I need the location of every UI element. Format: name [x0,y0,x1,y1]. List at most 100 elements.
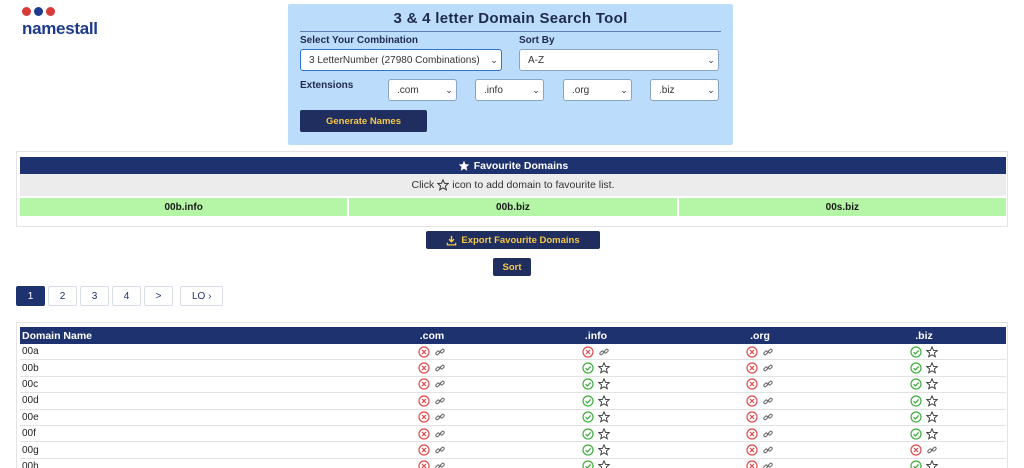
logo-text-name: name [22,19,66,38]
star-outline-icon[interactable] [926,394,938,407]
chevron-down-icon: ⌄ [707,54,715,65]
link-icon[interactable] [434,395,446,407]
page-1-button[interactable]: 1 [16,286,45,306]
sort-by-select[interactable]: A-Z ⌄ [519,49,719,71]
taken-x-icon [746,362,758,374]
star-outline-icon[interactable] [926,460,938,468]
status-cell [678,378,842,391]
star-outline-icon[interactable] [598,460,610,468]
logo-dot-2 [34,7,43,16]
link-icon[interactable] [434,428,446,440]
last-page-button[interactable]: LO › [180,286,224,306]
link-icon[interactable] [434,362,446,374]
table-row: 00e [20,410,1006,426]
table-row: 00a [20,344,1006,361]
status-cell [350,444,514,456]
available-check-icon [910,395,922,407]
available-check-icon [910,362,922,374]
taken-x-icon [746,411,758,423]
star-outline-icon[interactable] [598,394,610,407]
column-header-info: .info [584,329,608,342]
star-outline-icon[interactable] [926,411,938,423]
tool-title: 3 & 4 letter Domain Search Tool [393,10,628,27]
star-outline-icon[interactable] [598,427,610,440]
star-outline-icon[interactable] [598,362,610,374]
star-outline-icon[interactable] [598,411,610,423]
link-icon[interactable] [762,411,774,423]
page-4-button[interactable]: 4 [112,286,141,306]
link-icon[interactable] [434,444,446,456]
generate-names-button[interactable]: Generate Names [300,110,427,132]
domain-search-tool: 3 & 4 letter Domain Search Tool Select Y… [288,4,733,145]
link-icon[interactable] [926,444,938,456]
available-check-icon [582,460,594,468]
star-outline-icon[interactable] [926,362,938,374]
next-page-button[interactable]: > [144,286,173,306]
table-header: Domain Name .com .info .org .biz [20,327,1006,344]
link-icon[interactable] [434,411,446,423]
status-cell [514,346,678,358]
table-row: 00h [20,459,1006,468]
status-cell [678,362,842,374]
favourite-item[interactable]: 00b.info [20,198,348,216]
link-icon[interactable] [598,346,610,358]
sort-button[interactable]: Sort [493,258,531,276]
page-3-button[interactable]: 3 [80,286,109,306]
page-2-button[interactable]: 2 [48,286,77,306]
extension-select-info[interactable]: .info ⌄ [475,79,544,101]
namestall-logo[interactable]: namestall [22,7,122,38]
table-row: 00b [20,360,1006,377]
star-outline-icon[interactable] [926,427,938,440]
status-cell [350,362,514,374]
favourite-item[interactable]: 00b.biz [349,198,677,216]
taken-x-icon [582,346,594,358]
link-icon[interactable] [762,362,774,374]
taken-x-icon [418,428,430,440]
link-icon[interactable] [762,395,774,407]
taken-x-icon [418,362,430,374]
status-cell [350,346,514,358]
status-cell [350,411,514,423]
combination-label: Select Your Combination [300,35,418,46]
status-cell [350,378,514,391]
status-cell [350,460,514,468]
star-outline-icon[interactable] [598,378,610,391]
extension-select-biz[interactable]: .biz ⌄ [650,79,719,101]
star-outline-icon[interactable] [598,444,610,456]
link-icon[interactable] [762,444,774,456]
download-icon [447,235,457,246]
status-cell [842,345,1006,358]
status-cell [678,395,842,407]
title-divider [300,31,721,32]
combination-select[interactable]: 3 LetterNumber (27980 Combinations) ⌄ [300,49,502,71]
chevron-down-icon: ⌄ [445,84,453,95]
export-favourites-button[interactable]: Export Favourite Domains [426,231,600,249]
extension-value: .biz [659,84,675,96]
link-icon[interactable] [762,428,774,440]
domain-name-cell: 00g [22,444,39,456]
taken-x-icon [418,444,430,456]
available-check-icon [582,362,594,374]
pagination: 1 2 3 4 > LO › [16,286,224,306]
extension-select-com[interactable]: .com ⌄ [388,79,457,101]
link-icon[interactable] [762,378,774,390]
table-row: 00g [20,442,1006,459]
combination-value: 3 LetterNumber (27980 Combinations) [309,54,480,66]
taken-x-icon [746,395,758,407]
status-cell [514,378,678,391]
extension-value: .com [397,84,419,96]
link-icon[interactable] [434,378,446,390]
link-icon[interactable] [762,346,774,358]
favourite-item[interactable]: 00s.biz [678,198,1006,216]
star-outline-icon[interactable] [926,345,938,358]
extension-select-org[interactable]: .org ⌄ [563,79,632,101]
link-icon[interactable] [434,460,446,468]
available-check-icon [910,428,922,440]
link-icon[interactable] [762,460,774,468]
link-icon[interactable] [434,346,446,358]
star-icon [458,160,470,171]
available-check-icon [910,378,922,391]
star-outline-icon[interactable] [926,378,938,391]
available-check-icon [582,378,594,391]
table-body: 00a 00b 00c 00d 00e 00f 00g 00h [20,344,1006,468]
